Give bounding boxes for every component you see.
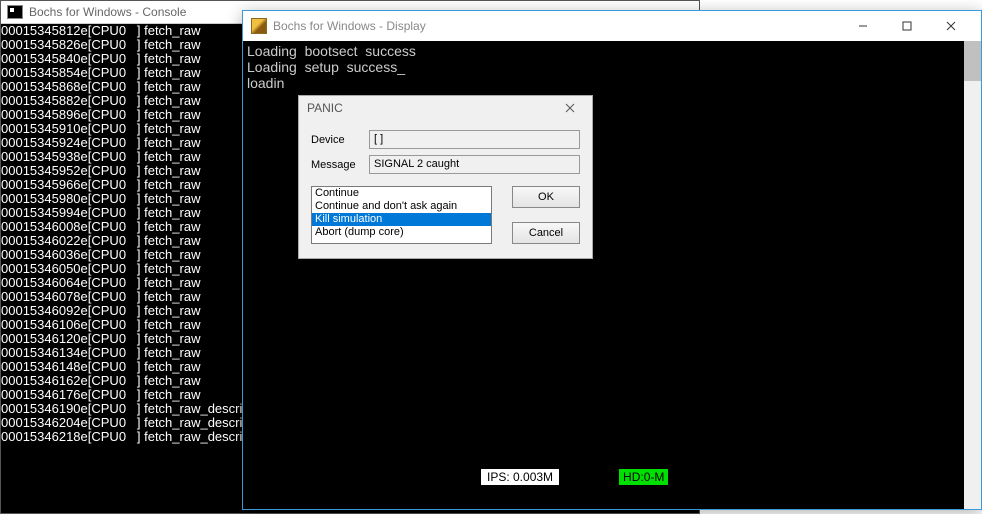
ok-button[interactable]: OK [512,186,580,208]
close-button[interactable] [929,12,973,40]
device-label: Device [311,134,369,146]
panic-option[interactable]: Continue and don't ask again [312,200,491,213]
console-title-text: Bochs for Windows - Console [29,5,186,19]
bochs-icon [251,18,267,34]
display-line: Loading bootsect success [247,43,960,59]
panic-option[interactable]: Abort (dump core) [312,226,491,239]
panic-dialog: PANIC Device [ ] Message SIGNAL 2 caught… [298,95,593,259]
vertical-scrollbar[interactable] [964,41,981,509]
cancel-button[interactable]: Cancel [512,222,580,244]
message-value: SIGNAL 2 caught [369,155,580,174]
message-label: Message [311,159,369,171]
display-window: Bochs for Windows - Display Loading boot… [242,10,982,510]
panic-option[interactable]: Kill simulation [312,213,491,226]
panic-titlebar[interactable]: PANIC [299,96,592,120]
close-icon[interactable] [556,97,584,119]
minimize-button[interactable] [841,12,885,40]
scrollbar-thumb[interactable] [964,41,981,81]
panic-option[interactable]: Continue [312,187,491,200]
panic-title-text: PANIC [307,101,343,115]
display-line: Loading setup success_ [247,59,960,75]
device-value: [ ] [369,130,580,149]
display-title-text: Bochs for Windows - Display [273,19,426,33]
console-icon [7,5,23,19]
display-titlebar[interactable]: Bochs for Windows - Display [243,11,981,41]
status-strip: IPS: 0.003M HD:0-M [481,468,668,486]
status-ips: IPS: 0.003M [481,469,559,485]
panic-option-list[interactable]: ContinueContinue and don't ask againKill… [311,186,492,244]
status-hd: HD:0-M [619,469,668,485]
display-line: loadin [247,75,960,91]
maximize-button[interactable] [885,12,929,40]
